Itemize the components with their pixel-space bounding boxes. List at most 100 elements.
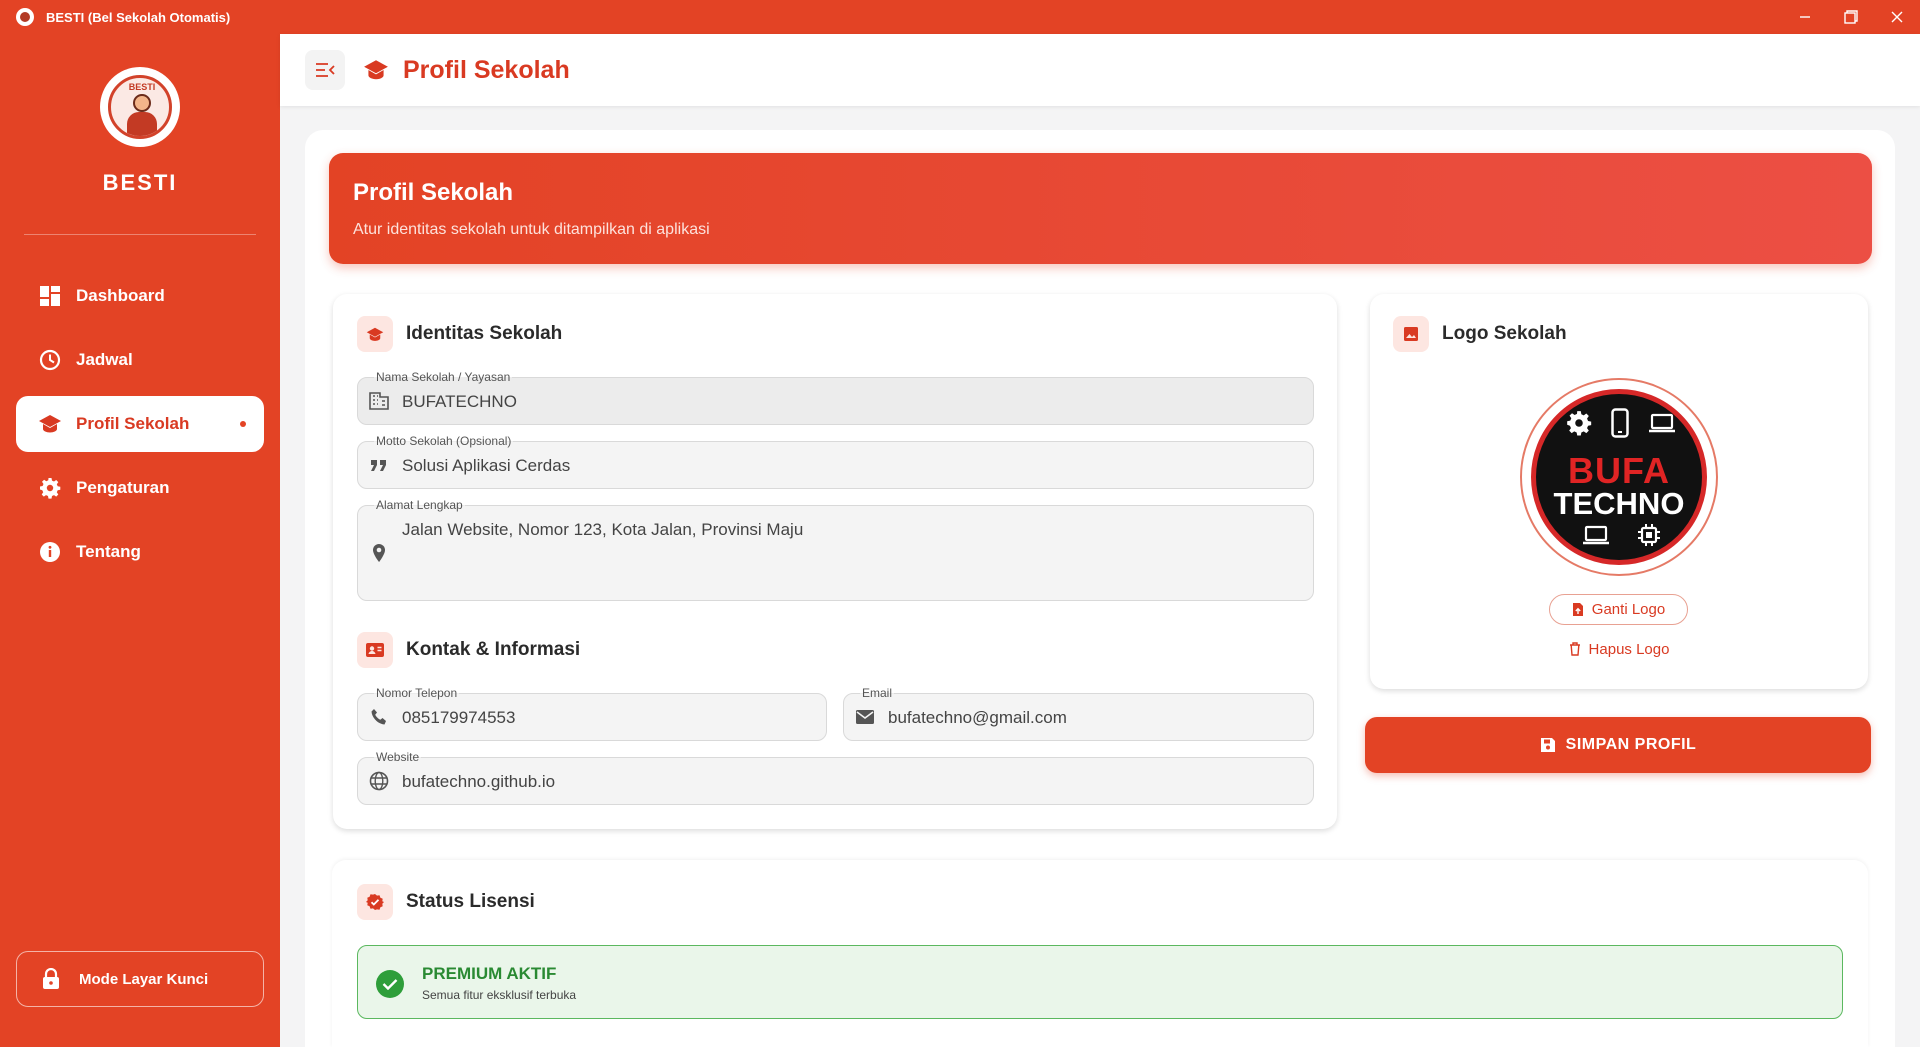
building-icon (368, 390, 390, 412)
delete-logo-button[interactable]: Hapus Logo (1565, 637, 1673, 661)
change-logo-label: Ganti Logo (1591, 601, 1666, 618)
sidebar-item-label: Dashboard (76, 286, 165, 305)
hero-banner: Profil Sekolah Atur identitas sekolah un… (329, 153, 1872, 264)
laptop-icon (1583, 525, 1609, 545)
field-label: Nomor Telepon (374, 686, 460, 700)
window-titlebar: BESTI (Bel Sekolah Otomatis) (0, 0, 1920, 34)
field-value: bufatechno.github.io (402, 772, 556, 791)
sidebar-item-label: Pengaturan (76, 478, 170, 497)
hero-title: Profil Sekolah (353, 179, 514, 206)
sidebar: BESTI BESTI Dashboard Jadwal Profil Seko… (0, 34, 280, 1047)
hero-subtitle: Atur identitas sekolah untuk ditampilkan… (353, 221, 710, 238)
field-label: Email (860, 686, 895, 700)
close-button[interactable] (1874, 0, 1920, 34)
school-icon (38, 412, 62, 436)
license-status-box: PREMIUM AKTIF Semua fitur eksklusif terb… (357, 945, 1843, 1019)
license-section-header: Status Lisensi (357, 884, 535, 920)
sidebar-item-label: Tentang (76, 542, 141, 561)
sidebar-item-pengaturan[interactable]: Pengaturan (16, 460, 264, 516)
field-value: Jalan Website, Nomor 123, Kota Jalan, Pr… (402, 520, 804, 539)
website-field[interactable]: Website bufatechno.github.io (357, 750, 1314, 805)
contact-section-header: Kontak & Informasi (357, 632, 580, 668)
check-circle-icon (376, 970, 404, 998)
sidebar-brand: BESTI (102, 170, 178, 195)
clock-icon (38, 348, 62, 372)
field-label: Nama Sekolah / Yayasan (374, 370, 513, 384)
location-pin-icon (368, 542, 390, 564)
school-icon (357, 316, 393, 352)
email-field[interactable]: Email bufatechno@gmail.com (843, 686, 1314, 741)
save-icon (1540, 737, 1556, 753)
globe-icon (368, 770, 390, 792)
sidebar-logo-text: BESTI (128, 82, 156, 92)
phone-field[interactable]: Nomor Telepon 085179974553 (357, 686, 827, 741)
mail-icon (854, 706, 876, 728)
change-logo-button[interactable]: Ganti Logo (1549, 594, 1688, 625)
minimize-icon (1800, 16, 1810, 18)
section-title: Logo Sekolah (1442, 323, 1567, 344)
toggle-sidebar-button[interactable] (305, 50, 345, 90)
section-title: Identitas Sekolah (406, 323, 563, 344)
contact-card-icon (357, 632, 393, 668)
logo-section-header: Logo Sekolah (1393, 316, 1567, 352)
top-header: Profil Sekolah (280, 34, 1920, 106)
gear-icon (1567, 411, 1592, 436)
laptop-icon (1649, 413, 1675, 433)
address-field[interactable]: Alamat Lengkap Jalan Website, Nomor 123,… (357, 498, 1314, 601)
lock-screen-button[interactable]: Mode Layar Kunci (16, 951, 264, 1007)
license-status: PREMIUM AKTIF (422, 964, 557, 983)
section-title: Kontak & Informasi (406, 639, 581, 660)
sidebar-item-profil-sekolah[interactable]: Profil Sekolah (16, 396, 264, 452)
motto-field[interactable]: Motto Sekolah (Opsional) Solusi Aplikasi… (357, 434, 1314, 489)
window-title: BESTI (Bel Sekolah Otomatis) (46, 9, 231, 25)
save-profile-button[interactable]: SIMPAN PROFIL (1365, 717, 1871, 773)
sidebar-item-dashboard[interactable]: Dashboard (16, 268, 264, 324)
dashboard-icon (38, 284, 62, 308)
field-value: 085179974553 (402, 708, 516, 727)
image-icon (1393, 316, 1429, 352)
info-icon (38, 540, 62, 564)
window-controls (1782, 0, 1920, 34)
sidebar-item-tentang[interactable]: Tentang (16, 524, 264, 580)
sidebar-divider (24, 234, 256, 235)
sidebar-item-label: Jadwal (76, 350, 133, 369)
minimize-button[interactable] (1782, 0, 1828, 34)
gear-icon (38, 476, 62, 500)
field-value: Solusi Aplikasi Cerdas (402, 456, 571, 475)
field-label: Alamat Lengkap (374, 498, 465, 512)
sidebar-nav: Dashboard Jadwal Profil Sekolah Pengatur… (16, 268, 264, 588)
sidebar-item-label: Profil Sekolah (76, 414, 190, 433)
trash-icon (1569, 642, 1581, 656)
logo-text-techno: TECHNO (1553, 486, 1685, 521)
active-indicator (240, 421, 246, 427)
sidebar-item-jadwal[interactable]: Jadwal (16, 332, 264, 388)
upload-file-icon (1572, 602, 1584, 617)
lock-icon (39, 967, 63, 991)
section-title: Status Lisensi (406, 891, 535, 912)
sidebar-logo: BESTI (100, 67, 180, 147)
close-icon (1891, 11, 1903, 23)
page-title: Profil Sekolah (403, 55, 570, 84)
quote-icon (368, 454, 390, 476)
field-value: bufatechno@gmail.com (888, 708, 1067, 727)
field-value: BUFATECHNO (402, 392, 517, 411)
menu-collapse-icon (316, 63, 335, 77)
phone-icon (368, 706, 390, 728)
lock-screen-label: Mode Layar Kunci (79, 970, 209, 988)
smartphone-icon (1611, 408, 1629, 438)
field-label: Motto Sekolah (Opsional) (374, 434, 514, 448)
app-icon (16, 8, 34, 26)
identity-section-header: Identitas Sekolah (357, 316, 562, 352)
school-logo-image: BUFA TECHNO (1531, 389, 1707, 565)
chip-icon (1638, 524, 1660, 546)
save-profile-label: SIMPAN PROFIL (1565, 736, 1697, 753)
license-description: Semua fitur eksklusif terbuka (422, 988, 577, 1002)
restore-icon (1844, 10, 1858, 24)
school-name-field[interactable]: Nama Sekolah / Yayasan BUFATECHNO (357, 370, 1314, 425)
maximize-button[interactable] (1828, 0, 1874, 34)
verified-badge-icon (357, 884, 393, 920)
school-logo-preview: BUFA TECHNO (1520, 378, 1718, 576)
delete-logo-label: Hapus Logo (1588, 640, 1670, 658)
school-icon (363, 57, 389, 83)
field-label: Website (374, 750, 422, 764)
